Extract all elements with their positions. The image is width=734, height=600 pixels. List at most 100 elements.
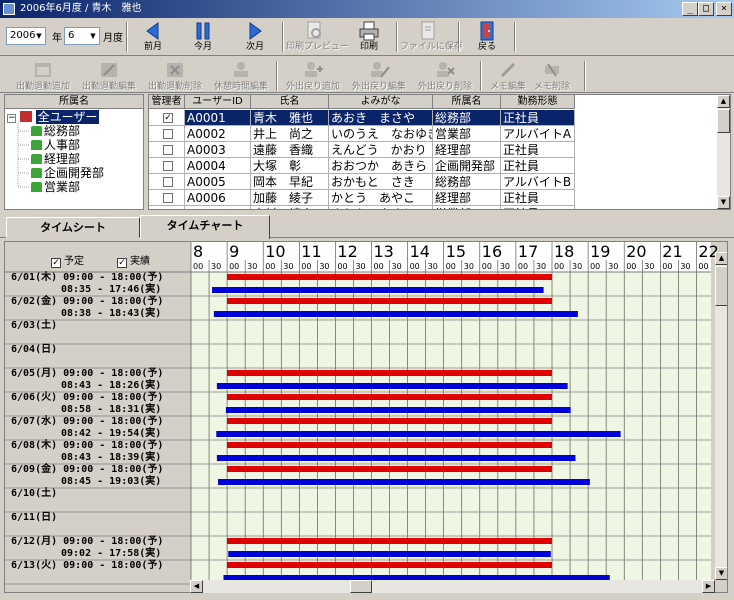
tree-lines bbox=[17, 123, 29, 188]
table-row[interactable]: A0003 遠藤 香織 えんどう かおり 経理部 正社員 bbox=[149, 142, 719, 158]
add-outing-button[interactable]: 外出戻り追加 bbox=[280, 59, 346, 92]
user-table-scrollbar[interactable]: ▲ ▼ bbox=[717, 95, 730, 209]
cell-type: 正社員 bbox=[501, 142, 575, 158]
scroll-thumb[interactable] bbox=[350, 580, 372, 593]
checkbox-unchecked-icon[interactable] bbox=[163, 145, 173, 155]
cell-id: A0004 bbox=[185, 158, 251, 174]
maximize-button[interactable]: □ bbox=[698, 2, 714, 16]
memo-delete-icon bbox=[545, 63, 559, 77]
column-header[interactable]: 勤務形態 bbox=[501, 95, 575, 109]
next-month-button[interactable]: 次月 bbox=[230, 20, 280, 54]
actual-time-label: 09:02 - 17:58(実) bbox=[61, 548, 162, 559]
tab-timechart[interactable]: タイムチャート bbox=[140, 215, 270, 239]
tree-item-dept[interactable]: 経理部 bbox=[31, 152, 80, 166]
checkbox-unchecked-icon[interactable] bbox=[163, 209, 173, 210]
month-value: 6 bbox=[68, 30, 75, 41]
scroll-down-icon[interactable]: ▼ bbox=[715, 567, 727, 580]
delete-outing-button[interactable]: 外出戻り削除 bbox=[412, 59, 478, 92]
scroll-down-icon[interactable]: ▼ bbox=[717, 196, 730, 209]
print-label: 印刷 bbox=[359, 42, 378, 52]
plan-bar bbox=[227, 274, 552, 280]
cell-name: 遠藤 香織 bbox=[251, 142, 329, 158]
admin-cell bbox=[149, 142, 185, 158]
day-label: 6/01(木) 09:00 - 18:00(予) bbox=[11, 272, 164, 283]
edit-attendance-button[interactable]: 出勤退勤編集 bbox=[76, 59, 142, 92]
checkbox-unchecked-icon[interactable] bbox=[163, 161, 173, 171]
calendar-delete-icon bbox=[167, 63, 183, 77]
column-header[interactable]: よみがな bbox=[329, 95, 433, 109]
year-select[interactable]: 2006 ▼ bbox=[6, 27, 46, 45]
minute-label: 00 bbox=[554, 262, 564, 271]
minute-label: 00 bbox=[626, 262, 636, 271]
month-select[interactable]: 6 ▼ bbox=[64, 27, 100, 45]
scroll-thumb[interactable] bbox=[715, 266, 727, 306]
print-button[interactable]: 印刷 bbox=[344, 20, 394, 54]
tree-item-dept[interactable]: 総務部 bbox=[31, 124, 80, 138]
actual-time-label: 08:42 - 19:54(実) bbox=[61, 428, 162, 439]
tree-root-label: 全ユーザー bbox=[35, 110, 100, 124]
edit-outing-button[interactable]: 外出戻り編集 bbox=[346, 59, 412, 92]
calendar-add-icon bbox=[35, 63, 51, 77]
tab-timesheet[interactable]: タイムシート bbox=[6, 217, 140, 238]
chart-hscrollbar[interactable]: ◀ ▶ bbox=[190, 580, 715, 593]
save-file-button[interactable]: ファイルに保存 bbox=[400, 20, 463, 54]
table-row[interactable]: A0007木村 靖人きむら やすと営業部正社員 bbox=[149, 206, 719, 210]
checkbox-unchecked-icon[interactable] bbox=[163, 193, 173, 203]
column-header[interactable]: 氏名 bbox=[251, 95, 329, 109]
cell-type: アルバイトB bbox=[501, 174, 575, 190]
scroll-thumb[interactable] bbox=[717, 109, 730, 133]
table-row[interactable]: A0005 岡本 早紀 おかもと さき 総務部 アルバイトB bbox=[149, 174, 719, 190]
collapse-icon[interactable]: − bbox=[7, 114, 16, 123]
cell-id: A0001 bbox=[185, 110, 251, 126]
print-preview-button[interactable]: 印刷プレビュー bbox=[286, 20, 349, 54]
view-tabs: タイムシート タイムチャート bbox=[0, 214, 734, 239]
add-attendance-button[interactable]: 出勤退勤追加 bbox=[10, 59, 76, 92]
delete-memo-button[interactable]: メモ削除 bbox=[522, 59, 582, 92]
column-header[interactable]: 所属名 bbox=[433, 95, 501, 109]
tree-item-dept[interactable]: 営業部 bbox=[31, 180, 80, 194]
minute-label: 30 bbox=[608, 262, 618, 271]
actual-bar bbox=[216, 455, 576, 461]
hour-label: 13 bbox=[374, 242, 394, 261]
minimize-button[interactable]: _ bbox=[682, 2, 698, 16]
cell-type: 正社員 bbox=[501, 190, 575, 206]
person-edit-icon bbox=[371, 62, 390, 78]
scroll-right-icon[interactable]: ▶ bbox=[702, 580, 715, 593]
chart-vscrollbar[interactable]: ▲ ▼ bbox=[715, 252, 727, 580]
edit-toolbar: 出勤退勤追加 出勤退勤編集 出勤退勤削除 休憩時間編集 外出戻り追加 外出戻り編… bbox=[0, 57, 734, 93]
delete-memo-label: メモ削除 bbox=[533, 82, 570, 92]
table-row[interactable]: A0006 加藤 綾子 かとう あやこ 経理部 正社員 bbox=[149, 190, 719, 206]
minute-label: 30 bbox=[428, 262, 438, 271]
table-row[interactable]: A0004 大塚 彰おおつか あきら 企画開発部 正社員 bbox=[149, 158, 719, 174]
checkbox-unchecked-icon[interactable] bbox=[163, 129, 173, 139]
day-label: 6/03(土) bbox=[11, 320, 58, 331]
checkbox-unchecked-icon[interactable] bbox=[163, 177, 173, 187]
back-button[interactable]: 戻る bbox=[462, 20, 512, 54]
this-month-button[interactable]: 今月 bbox=[178, 20, 228, 54]
prev-month-button[interactable]: 前月 bbox=[128, 20, 178, 54]
scroll-up-icon[interactable]: ▲ bbox=[715, 252, 727, 265]
table-row[interactable]: A0002 井上 尚之 いのうえ なおゆき 営業部 アルバイトA bbox=[149, 126, 719, 142]
tree-item-dept[interactable]: 企画開発部 bbox=[31, 166, 104, 180]
delete-attendance-button[interactable]: 出勤退勤削除 bbox=[142, 59, 208, 92]
checkbox-checked-icon[interactable]: ✓ bbox=[163, 113, 173, 123]
cell-id: A0002 bbox=[185, 126, 251, 142]
plan-bar bbox=[227, 538, 552, 544]
grid-background bbox=[191, 272, 711, 584]
cell-name: 岡本 早紀 bbox=[251, 174, 329, 190]
add-attendance-label: 出勤退勤追加 bbox=[15, 82, 70, 92]
scroll-up-icon[interactable]: ▲ bbox=[717, 95, 730, 108]
admin-cell bbox=[149, 126, 185, 142]
plan-bar bbox=[227, 562, 552, 568]
folder-icon bbox=[31, 154, 42, 164]
scroll-left-icon[interactable]: ◀ bbox=[190, 580, 203, 593]
tree-item-dept[interactable]: 人事部 bbox=[31, 138, 80, 152]
edit-break-button[interactable]: 休憩時間編集 bbox=[208, 59, 274, 92]
minute-label: 00 bbox=[698, 262, 708, 271]
table-row[interactable]: ✓ A0001 青木 雅也 あおき まさや 総務部 正社員 bbox=[149, 110, 719, 126]
day-label: 6/13(火) 09:00 - 18:00(予) bbox=[11, 560, 164, 571]
close-button[interactable]: × bbox=[716, 2, 732, 16]
cell-kana: かとう あやこ bbox=[329, 190, 433, 206]
column-header[interactable]: 管理者 bbox=[149, 95, 185, 109]
column-header[interactable]: ユーザーID bbox=[185, 95, 251, 109]
